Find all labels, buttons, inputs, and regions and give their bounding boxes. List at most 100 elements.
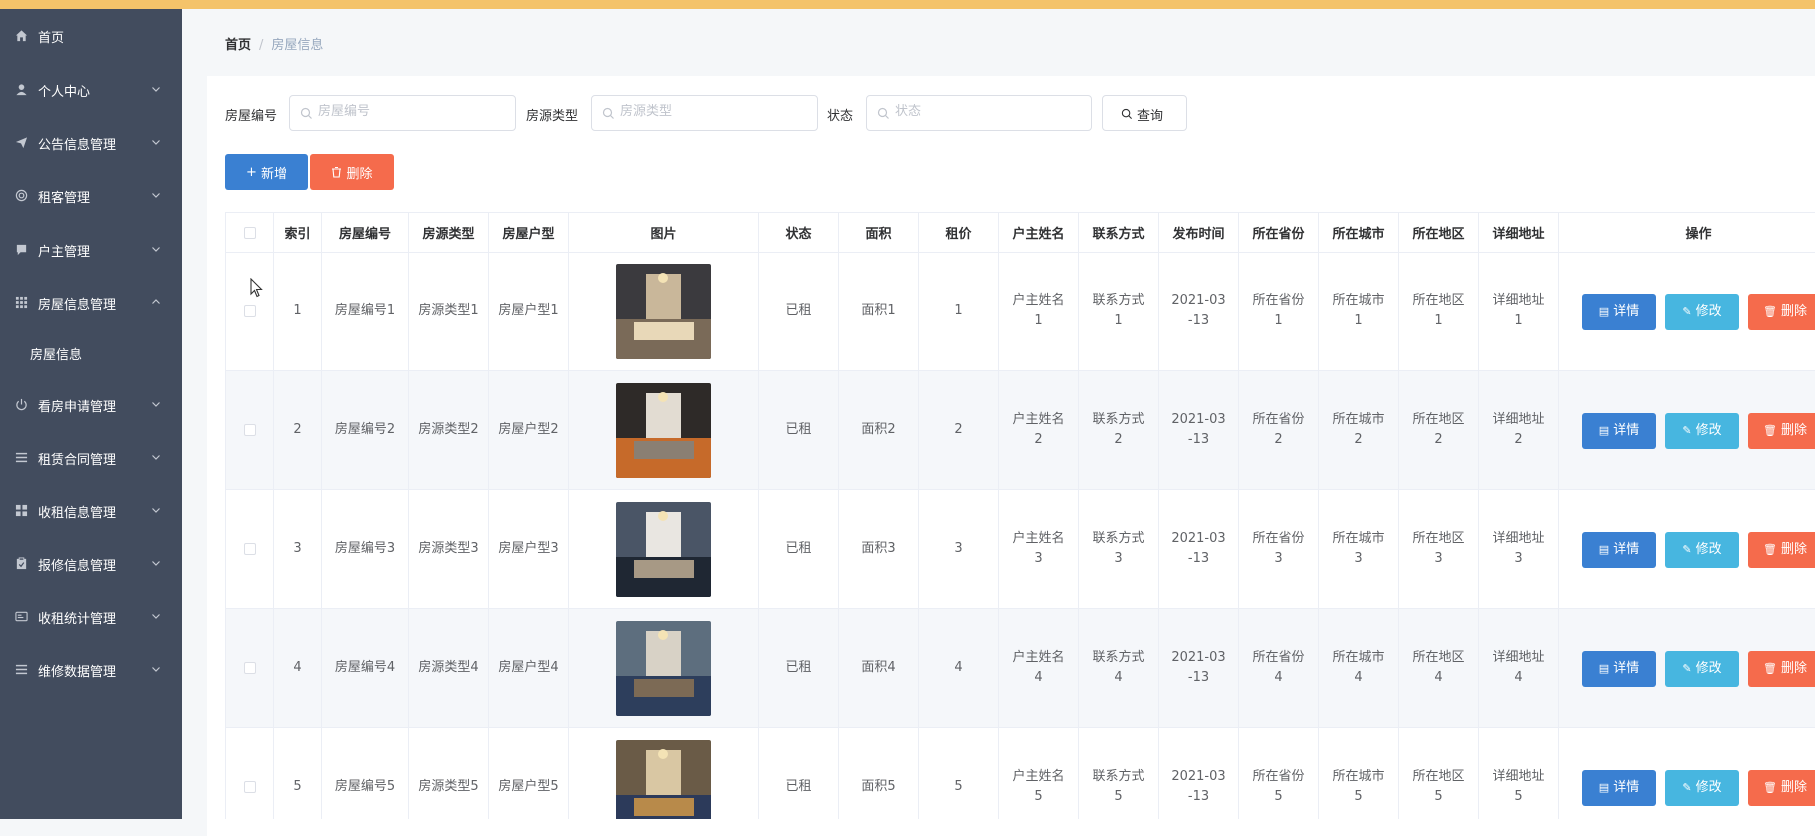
delete-button[interactable]: 🗑 删除 (1748, 294, 1815, 330)
power-icon (16, 398, 27, 411)
cell-actions: ▤ 详情 ✎ 修改 🗑 删除 (1559, 490, 1815, 608)
sidebar-item-viewing-request[interactable]: 看房申请管理 (0, 385, 182, 425)
cell-city: 所在城市1 (1319, 252, 1399, 370)
sidebar-item-lease-contract[interactable]: 租赁合同管理 (0, 438, 182, 478)
sidebar-item-owner[interactable]: 户主管理 (0, 230, 182, 270)
row-checkbox[interactable] (243, 543, 256, 555)
sidebar-item-label: 收租信息管理 (38, 506, 117, 521)
photo-shape (634, 797, 694, 816)
sidebar-item-notice[interactable]: 公告信息管理 (0, 123, 182, 163)
header-index: 索引 (274, 213, 322, 253)
sidebar-item-home[interactable]: 首页 (0, 16, 182, 56)
cell-area: 面积2 (839, 371, 919, 489)
cell-price: 1 (919, 252, 999, 370)
chevron-down-icon (152, 140, 160, 145)
row-checkbox[interactable] (243, 781, 256, 793)
cell-province: 所在省份5 (1239, 728, 1319, 819)
delete-label: 删除 (1780, 304, 1807, 319)
edit-button[interactable]: ✎ 修改 (1665, 770, 1739, 806)
edit-button[interactable]: ✎ 修改 (1665, 413, 1739, 449)
edit-button[interactable]: ✎ 修改 (1665, 651, 1739, 687)
clipboard-icon (16, 557, 27, 570)
cell-image (569, 252, 759, 370)
house-no-label: 房屋编号 (225, 109, 278, 124)
edit-button[interactable]: ✎ 修改 (1665, 294, 1739, 330)
cell-date: 2021-03-13 (1159, 728, 1239, 819)
cell-house-no: 房屋编号3 (322, 490, 409, 608)
cell-index: 3 (274, 490, 322, 608)
header-status: 状态 (759, 213, 839, 253)
user-icon (16, 84, 27, 96)
detail-button[interactable]: ▤ 详情 (1582, 770, 1656, 806)
sidebar-item-rent-statistics[interactable]: 收租统计管理 (0, 597, 182, 637)
sidebar-item-repair-data[interactable]: 维修数据管理 (0, 650, 182, 690)
room-photo[interactable] (616, 263, 711, 359)
select-all-checkbox[interactable] (243, 226, 256, 239)
row-checkbox[interactable] (243, 305, 256, 317)
delete-button[interactable]: 🗑 删除 (1748, 651, 1815, 687)
status-field[interactable] (895, 104, 1075, 119)
sidebar-item-house-management[interactable]: 房屋信息管理 (0, 283, 182, 323)
sidebar-item-tenant[interactable]: 租客管理 (0, 176, 182, 216)
chevron-down-icon (152, 87, 160, 92)
detail-button[interactable]: ▤ 详情 (1582, 651, 1656, 687)
breadcrumb-home[interactable]: 首页 (225, 38, 251, 53)
cell-actions: ▤ 详情 ✎ 修改 🗑 删除 (1559, 728, 1815, 819)
house-no-input[interactable] (289, 95, 516, 131)
header-house-no: 房屋编号 (322, 213, 409, 253)
detail-button[interactable]: ▤ 详情 (1582, 413, 1656, 449)
room-photo[interactable] (616, 382, 711, 478)
chevron-down-icon (152, 455, 160, 460)
query-button[interactable]: 查询 (1102, 95, 1187, 131)
document-icon: ▤ (1598, 543, 1610, 556)
document-icon: ▤ (1598, 781, 1610, 794)
house-no-field[interactable] (318, 104, 498, 119)
detail-button[interactable]: ▤ 详情 (1582, 532, 1656, 568)
room-photo[interactable] (616, 620, 711, 716)
type-field[interactable] (620, 104, 800, 119)
row-checkbox[interactable] (243, 424, 256, 436)
sidebar-item-rent-collection[interactable]: 收租信息管理 (0, 491, 182, 531)
edit-label: 修改 (1695, 780, 1722, 795)
photo-shape (658, 629, 668, 640)
row-checkbox[interactable] (243, 662, 256, 674)
status-input[interactable] (866, 95, 1092, 131)
detail-button[interactable]: ▤ 详情 (1582, 294, 1656, 330)
table-row: 1 房屋编号1 房源类型1 房屋户型1 已租 面积1 1 户主姓名1 联系方式1 2021-03-… (226, 252, 1815, 371)
delete-button[interactable]: 删除 (310, 154, 394, 190)
sidebar-item-repair-info[interactable]: 报修信息管理 (0, 544, 182, 584)
type-input[interactable] (591, 95, 818, 131)
header-image: 图片 (569, 213, 759, 253)
select-cell (226, 371, 274, 489)
sidebar-subitem-house-info[interactable]: 房屋信息 (0, 333, 182, 373)
cell-address: 详细地址2 (1479, 371, 1559, 489)
header-select (226, 213, 274, 253)
cell-address: 详细地址1 (1479, 252, 1559, 370)
cell-type: 房源类型2 (409, 371, 489, 489)
select-cell (226, 728, 274, 819)
chevron-down-icon (152, 247, 160, 252)
delete-button[interactable]: 🗑 删除 (1748, 532, 1815, 568)
room-photo[interactable] (616, 739, 711, 820)
header-date: 发布时间 (1159, 213, 1239, 253)
cell-layout: 房屋户型2 (489, 371, 569, 489)
list-icon (15, 452, 28, 463)
chevron-down-icon (152, 402, 160, 407)
cell-price: 2 (919, 371, 999, 489)
edit-button[interactable]: ✎ 修改 (1665, 532, 1739, 568)
cell-date: 2021-03-13 (1159, 371, 1239, 489)
room-photo[interactable] (616, 501, 711, 597)
select-cell (226, 252, 274, 370)
pencil-icon: ✎ (1682, 305, 1692, 318)
cell-owner: 户主姓名2 (999, 371, 1079, 489)
target-icon (15, 189, 28, 202)
sidebar-item-personal-center[interactable]: 个人中心 (0, 70, 182, 110)
table-row: 5 房屋编号5 房源类型5 房屋户型5 已租 面积5 5 户主姓名5 联系方式5 2021-03-… (226, 728, 1815, 819)
add-button[interactable]: + 新增 (225, 154, 308, 190)
chevron-down-icon (152, 667, 160, 672)
search-icon (602, 107, 614, 119)
delete-label: 删除 (1780, 780, 1807, 795)
delete-button[interactable]: 🗑 删除 (1748, 770, 1815, 806)
cell-date: 2021-03-13 (1159, 609, 1239, 727)
delete-button[interactable]: 🗑 删除 (1748, 413, 1815, 449)
